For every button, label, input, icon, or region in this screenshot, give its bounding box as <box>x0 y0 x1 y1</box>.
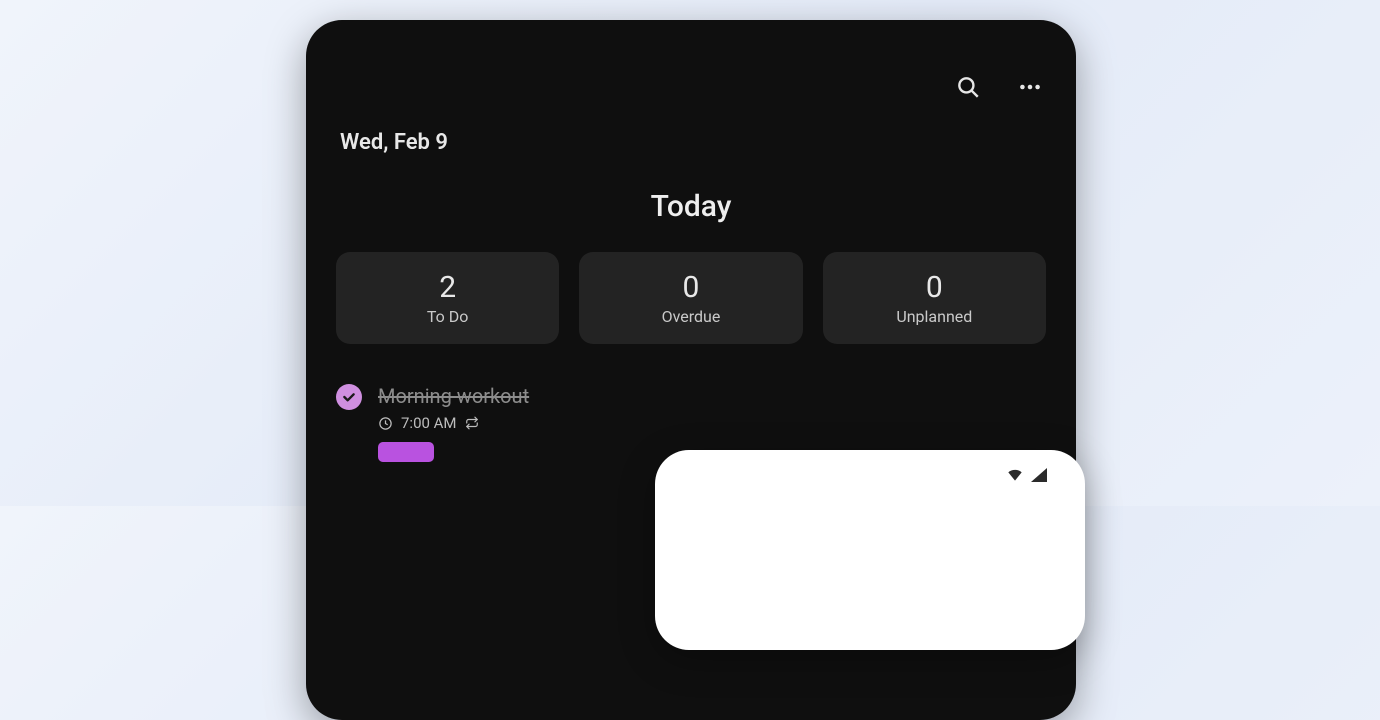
stat-count: 0 <box>579 270 802 305</box>
task-row[interactable]: Morning workout 7:00 AM <box>306 344 1076 466</box>
phone-device-frame <box>655 450 1085 650</box>
task-complete-toggle[interactable] <box>336 384 362 410</box>
clock-icon <box>378 416 393 431</box>
stat-count: 2 <box>336 270 559 305</box>
stats-row: 2 To Do 0 Overdue 0 Unplanned <box>306 224 1076 344</box>
stat-card-overdue[interactable]: 0 Overdue <box>579 252 802 344</box>
wifi-icon <box>1005 466 1025 482</box>
search-button[interactable] <box>948 67 988 107</box>
search-icon <box>955 74 981 100</box>
current-date: Wed, Feb 9 <box>306 130 1076 155</box>
signal-icon <box>1029 466 1049 482</box>
app-topbar <box>306 20 1076 130</box>
stat-card-unplanned[interactable]: 0 Unplanned <box>823 252 1046 344</box>
stat-card-todo[interactable]: 2 To Do <box>336 252 559 344</box>
phone-status-bar <box>655 450 1085 482</box>
page-title: Today <box>306 189 1076 224</box>
stat-label: To Do <box>336 307 559 326</box>
stat-label: Overdue <box>579 307 802 326</box>
check-icon <box>341 389 357 405</box>
more-button[interactable] <box>1010 67 1050 107</box>
task-time: 7:00 AM <box>401 414 457 432</box>
task-timeline <box>336 384 362 414</box>
task-meta: 7:00 AM <box>378 414 1046 432</box>
stat-label: Unplanned <box>823 307 1046 326</box>
task-title: Morning workout <box>378 384 1046 408</box>
stat-count: 0 <box>823 270 1046 305</box>
task-category-badge <box>378 442 434 462</box>
repeat-icon <box>465 416 479 430</box>
more-horizontal-icon <box>1017 74 1043 100</box>
